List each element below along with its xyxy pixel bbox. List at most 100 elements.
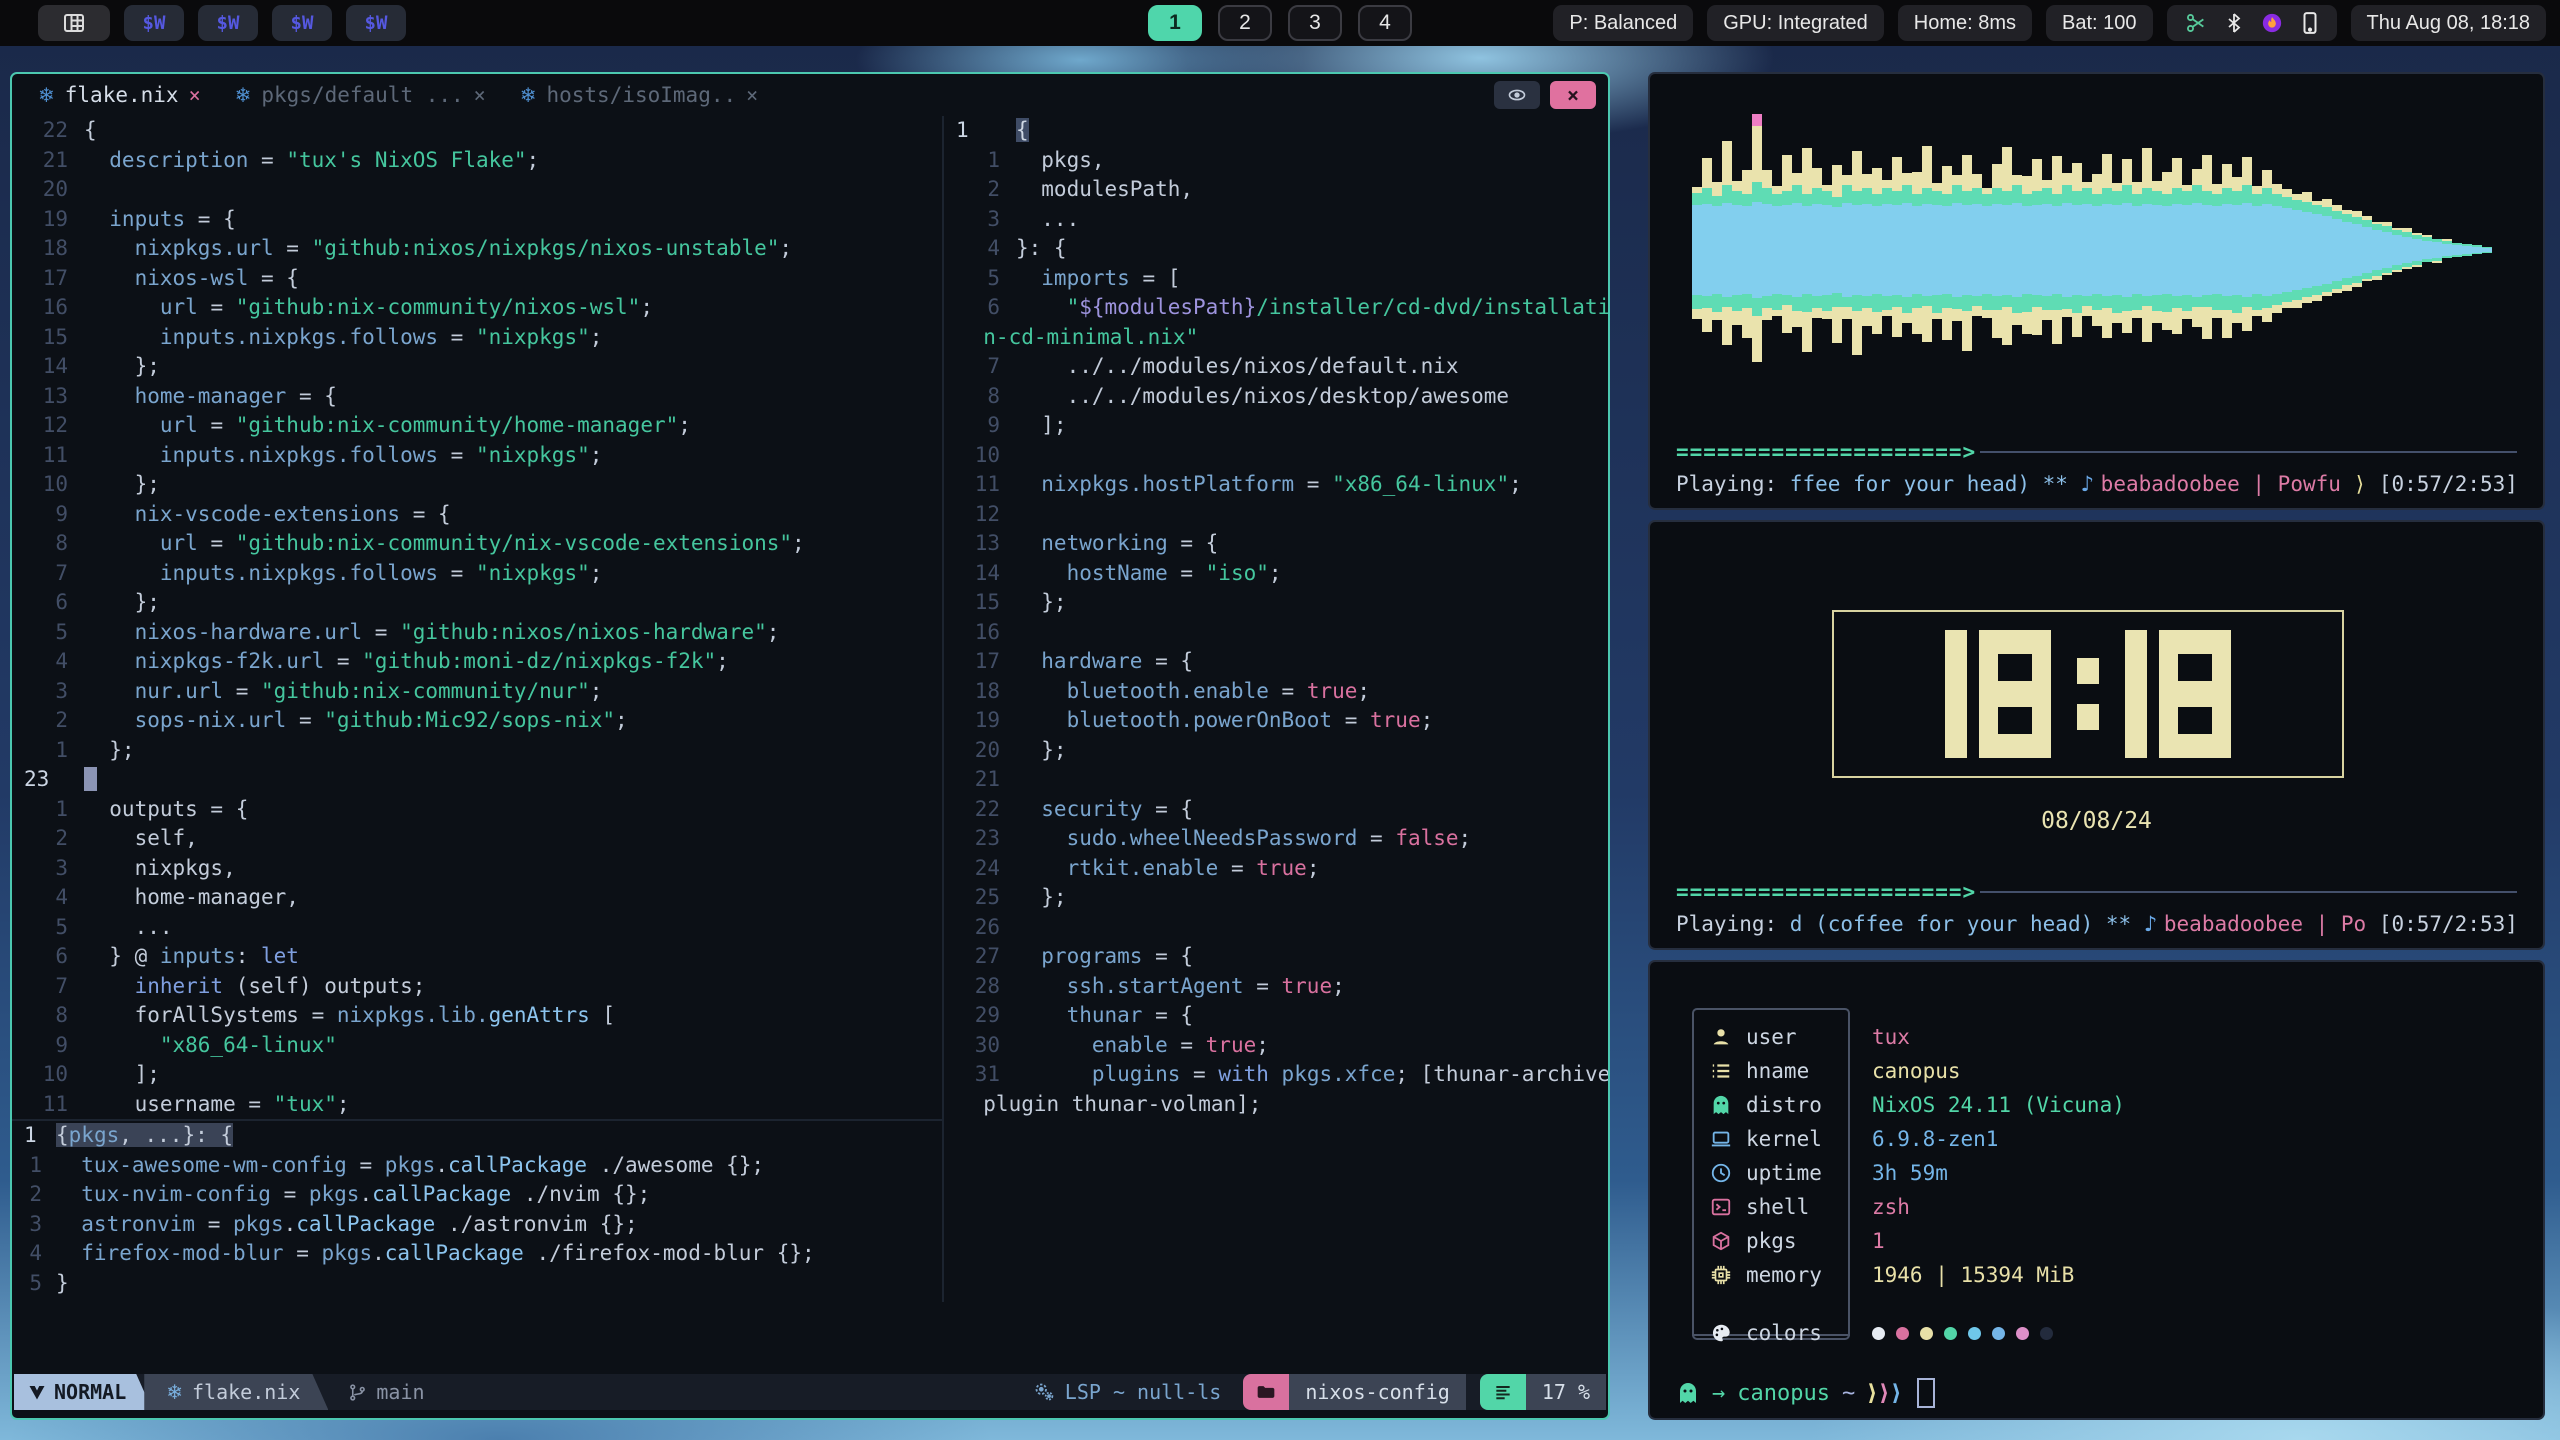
code-text: home-manager, <box>84 883 299 913</box>
code-text: nixpkgs, <box>84 854 236 884</box>
line-number: 3 <box>12 854 84 884</box>
workspace-button-2[interactable]: $W <box>198 5 258 41</box>
prompt-host: canopus <box>1737 1381 1830 1406</box>
status-chip-1[interactable]: GPU: Integrated <box>1707 5 1884 41</box>
code-text: description = "tux's NixOS Flake"; <box>84 146 539 176</box>
line-number: 15 <box>944 588 1016 618</box>
eye-icon[interactable] <box>1494 81 1540 109</box>
workspace-button-4[interactable]: $W <box>346 5 406 41</box>
tag-1[interactable]: 1 <box>1148 5 1202 41</box>
code-text: {pkgs, ...}: { <box>56 1121 233 1151</box>
line-number: 4 <box>944 234 1016 264</box>
code-text: plugin thunar-volman]; <box>944 1090 1261 1120</box>
tag-2[interactable]: 2 <box>1218 5 1272 41</box>
tab-close-icon[interactable]: × <box>746 83 758 107</box>
code-text: nixpkgs.url = "github:nixos/nixpkgs/nixo… <box>84 234 792 264</box>
code-text: url = "github:nix-community/nixos-wsl"; <box>84 293 653 323</box>
code-line: 1{ <box>944 116 1608 146</box>
code-text: nixpkgs.hostPlatform = "x86_64-linux"; <box>1016 470 1522 500</box>
memory-icon <box>1708 1264 1734 1286</box>
code-line: 21 description = "tux's NixOS Flake"; <box>12 146 942 176</box>
code-text: "x86_64-linux" <box>84 1031 337 1061</box>
uptime-icon <box>1708 1162 1734 1184</box>
tab-pkgs-default-[interactable]: ❄pkgs/default ...× <box>235 83 486 107</box>
line-number: 6 <box>12 942 84 972</box>
editor-pane-left[interactable]: 22{21 description = "tux's NixOS Flake";… <box>12 116 942 1302</box>
code-line: 5} <box>12 1269 942 1299</box>
tag-4[interactable]: 4 <box>1358 5 1412 41</box>
workspace-button-1[interactable]: $W <box>124 5 184 41</box>
line-number: 5 <box>12 618 84 648</box>
code-line: plugin thunar-volman]; <box>944 1090 1608 1120</box>
clock-chip[interactable]: Thu Aug 08, 18:18 <box>2351 5 2546 41</box>
line-number: 9 <box>12 1031 84 1061</box>
nix-snowflake-icon: ❄ <box>166 1380 183 1404</box>
prompt-chevron: ⟩ <box>1867 1381 1877 1406</box>
line-number: 1 <box>944 116 1016 146</box>
close-icon[interactable]: × <box>1550 81 1596 109</box>
code-line: 14 hostName = "iso"; <box>944 559 1608 589</box>
code-line: 7 ../../modules/nixos/default.nix <box>944 352 1608 382</box>
status-chip-2[interactable]: Home: 8ms <box>1898 5 2032 41</box>
tag-3[interactable]: 3 <box>1288 5 1342 41</box>
prompt-arrow: → <box>1712 1381 1725 1406</box>
code-text: inputs = { <box>84 205 236 235</box>
status-chip-3[interactable]: Bat: 100 <box>2046 5 2153 41</box>
line-number: 21 <box>944 765 1016 795</box>
tab-hosts-isoimag-[interactable]: ❄hosts/isoImag..× <box>520 83 758 107</box>
tab-flake-nix[interactable]: ❄flake.nix× <box>38 83 201 107</box>
code-line: 7 inputs.nixpkgs.follows = "nixpkgs"; <box>12 559 942 589</box>
bluetooth-icon[interactable] <box>2225 13 2243 33</box>
code-text: networking = { <box>1016 529 1218 559</box>
code-text: astronvim = pkgs.callPackage ./astronvim… <box>56 1210 638 1240</box>
scissors-icon[interactable] <box>2185 12 2207 34</box>
tab-close-icon[interactable]: × <box>474 83 486 107</box>
code-text: nixos-hardware.url = "github:nixos/nixos… <box>84 618 779 648</box>
line-number: 10 <box>12 470 84 500</box>
clock-window[interactable]: 08/08/24 =====================> Playing:… <box>1648 520 2545 950</box>
code-line: 20 }; <box>944 736 1608 766</box>
code-text: imports = [ <box>1016 264 1180 294</box>
code-line: 8 forAllSystems = nixpkgs.lib.genAttrs [ <box>12 1001 942 1031</box>
fetch-value-shell: zsh <box>1872 1190 1910 1224</box>
line-number: 3 <box>12 677 84 707</box>
line-number: 2 <box>12 706 84 736</box>
layout-grid-icon[interactable] <box>38 5 110 41</box>
system-info-window[interactable]: usertuxhnamecanopusdistroNixOS 24.11 (Vi… <box>1648 960 2545 1420</box>
code-line: 7 inherit (self) outputs; <box>12 972 942 1002</box>
code-line: 23 <box>12 765 942 795</box>
music-player-window[interactable]: =====================> Playing: ffee for… <box>1648 72 2545 510</box>
desktop: $W$W$W$W 1234 P: BalancedGPU: Integrated… <box>0 0 2560 1440</box>
code-line: 15 inputs.nixpkgs.follows = "nixpkgs"; <box>12 323 942 353</box>
iso-image-buffer[interactable]: 1{1 pkgs,2 modulesPath,3 ...4}: {5 impor… <box>942 116 1608 1302</box>
code-text: }; <box>1016 883 1067 913</box>
fetch-value-user: tux <box>1872 1020 1910 1054</box>
clock-digit-8 <box>1979 630 2051 758</box>
mode-label: NORMAL <box>54 1380 126 1404</box>
fetch-label: distro <box>1746 1093 1822 1117</box>
status-chip-0[interactable]: P: Balanced <box>1553 5 1693 41</box>
flame-icon[interactable] <box>2261 12 2283 34</box>
code-text: sops-nix.url = "github:Mic92/sops-nix"; <box>84 706 628 736</box>
phone-icon[interactable] <box>2301 12 2319 34</box>
editor-body: 22{21 description = "tux's NixOS Flake";… <box>12 116 1608 1302</box>
code-text: { <box>1016 116 1029 146</box>
code-text: hardware = { <box>1016 647 1193 677</box>
line-number: 1 <box>12 1151 56 1181</box>
line-number: 20 <box>12 175 84 205</box>
code-text: n-cd-minimal.nix" <box>944 323 1198 353</box>
line-number: 30 <box>944 1031 1016 1061</box>
line-number: 6 <box>944 293 1016 323</box>
prompt-path: ~ <box>1842 1381 1855 1406</box>
code-line: 3 nur.url = "github:nix-community/nur"; <box>12 677 942 707</box>
tab-close-icon[interactable]: × <box>189 83 201 107</box>
audio-visualizer <box>1692 100 2500 400</box>
fetch-row-pkgs: pkgs <box>1708 1224 1797 1258</box>
terminal-cursor <box>1917 1378 1935 1408</box>
line-number: 28 <box>944 972 1016 1002</box>
fetch-label: pkgs <box>1746 1229 1797 1253</box>
workspace-button-3[interactable]: $W <box>272 5 332 41</box>
code-text: rtkit.enable = true; <box>1016 854 1319 884</box>
scroll-progress-label: 17 % <box>1526 1374 1606 1410</box>
shell-prompt[interactable]: → canopus ~ ⟩⟩⟩ <box>1676 1378 1935 1408</box>
